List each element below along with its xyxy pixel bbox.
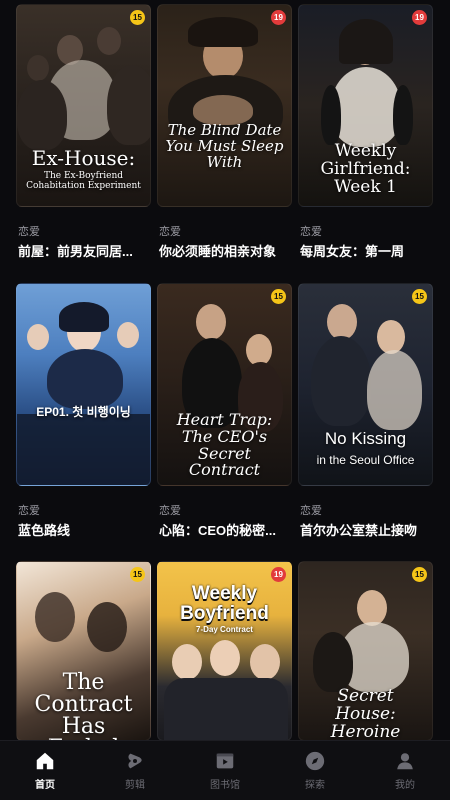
profile-icon: [397, 753, 413, 770]
age-rating-badge: 19: [412, 10, 427, 25]
age-rating-badge: 15: [412, 289, 427, 304]
book-genre: 恋爱: [159, 226, 181, 238]
book-card[interactable]: EP01. 첫 비행이닝 恋爱 蓝色路线: [16, 283, 151, 538]
cover-title: Weekly Boyfriend: [180, 583, 269, 624]
age-rating-badge: 15: [271, 289, 286, 304]
tab-profile[interactable]: 我的: [360, 741, 450, 800]
book-title: 前屋：前男友同居...: [18, 244, 133, 259]
book-cover[interactable]: The Blind Date You Must Sleep With 19: [157, 4, 292, 207]
book-cover[interactable]: Heart Trap: The CEO's Secret Contract 15: [157, 283, 292, 486]
home-icon: [36, 752, 54, 770]
cover-title: Ex-House:: [31, 146, 136, 170]
library-icon: [216, 753, 234, 769]
tab-library[interactable]: 图书馆: [180, 741, 270, 800]
book-card[interactable]: Heart Trap: The CEO's Secret Contract 15…: [157, 283, 292, 538]
cover-title: EP01. 첫 비행이닝: [36, 405, 131, 419]
cover-title: No Kissing: [324, 429, 407, 448]
book-title: 每周女友：第一周: [300, 244, 405, 259]
tab-explore[interactable]: 探索: [270, 741, 360, 800]
book-cover[interactable]: Secret House: Heroine Roommates 15: [298, 561, 433, 741]
book-genre: 恋爱: [300, 226, 322, 238]
book-title: 你必须睡的相亲对象: [159, 244, 277, 259]
age-rating-badge: 15: [130, 10, 145, 25]
book-card[interactable]: The Contract Has Ended 15: [16, 561, 151, 741]
age-rating-badge: 15: [412, 567, 427, 582]
compass-icon: [305, 751, 325, 771]
cover-title: Secret House: Heroine Roommates: [330, 686, 401, 741]
cover-title: The Contract Has Ended: [34, 670, 133, 741]
cover-title: Weekly Girlfriend: Week 1: [320, 141, 411, 197]
book-cover[interactable]: Weekly Girlfriend: Week 1 19: [298, 4, 433, 207]
tab-label: 图书馆: [210, 780, 240, 791]
age-rating-badge: 15: [130, 567, 145, 582]
book-card[interactable]: Weekly Girlfriend: Week 1 19 恋爱 每周女友：第一周: [298, 4, 433, 259]
cover-title: The Blind Date You Must Sleep With: [165, 121, 284, 171]
book-card[interactable]: The Blind Date You Must Sleep With 19 恋爱…: [157, 4, 292, 259]
cover-subtitle: in the Seoul Office: [316, 453, 415, 467]
book-genre: 恋爱: [18, 505, 40, 517]
book-card[interactable]: Secret House: Heroine Roommates 15: [298, 561, 433, 741]
clip-icon: [128, 753, 142, 769]
age-rating-badge: 19: [271, 567, 286, 582]
book-card[interactable]: Weekly Boyfriend 7-Day Contract 19: [157, 561, 292, 741]
book-cover[interactable]: The Contract Has Ended 15: [16, 561, 151, 741]
book-cover[interactable]: EP01. 첫 비행이닝: [16, 283, 151, 486]
book-genre: 恋爱: [300, 505, 322, 517]
bottom-tab-bar: 首页 剪辑 图书馆 探索 我的: [0, 740, 450, 800]
book-genre: 恋爱: [159, 505, 181, 517]
tab-label: 剪辑: [125, 780, 145, 791]
cover-subtitle: The Ex-Boyfriend Cohabitation Experiment: [26, 171, 141, 192]
book-cover[interactable]: Ex-House: The Ex-Boyfriend Cohabitation …: [16, 4, 151, 207]
book-title: 蓝色路线: [18, 523, 71, 538]
book-card[interactable]: Ex-House: The Ex-Boyfriend Cohabitation …: [16, 4, 151, 259]
age-rating-badge: 19: [271, 10, 286, 25]
book-card[interactable]: No Kissing in the Seoul Office 15 恋爱 首尔办…: [298, 283, 433, 538]
book-cover[interactable]: Weekly Boyfriend 7-Day Contract 19: [157, 561, 292, 741]
tab-clips[interactable]: 剪辑: [90, 741, 180, 800]
tab-home[interactable]: 首页: [0, 741, 90, 800]
book-title: 首尔办公室禁止接吻: [300, 523, 418, 538]
book-genre: 恋爱: [18, 226, 40, 238]
tab-label: 首页: [35, 780, 55, 791]
cover-title: Heart Trap: The CEO's Secret Contract: [176, 410, 273, 480]
book-cover[interactable]: No Kissing in the Seoul Office 15: [298, 283, 433, 486]
tab-label: 探索: [305, 780, 325, 791]
cover-subtitle: 7-Day Contract: [196, 625, 253, 634]
tab-label: 我的: [395, 780, 415, 791]
book-title: 心陷：CEO的秘密...: [159, 523, 277, 538]
